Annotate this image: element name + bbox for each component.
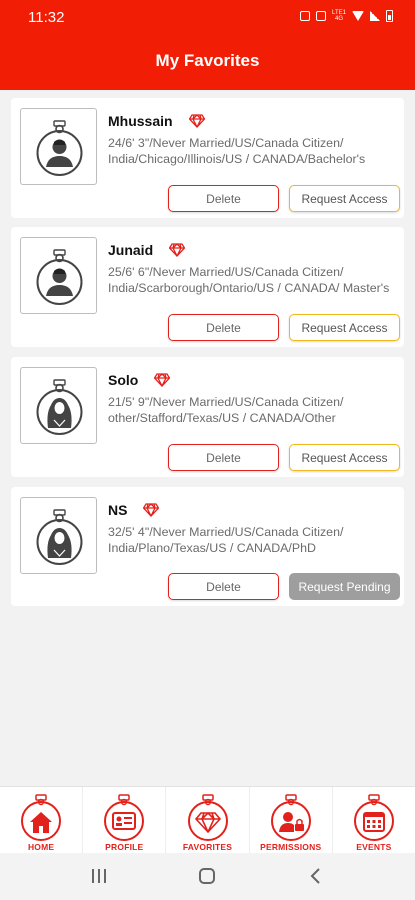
favorite-card: NS 32/5' 4"/Never Married/US/Canada Citi… [11, 487, 404, 606]
diamond-icon [154, 373, 171, 387]
favorite-card: Solo 21/5' 9"/Never Married/US/Canada Ci… [11, 357, 404, 477]
media-icon [316, 11, 326, 21]
profile-details: 24/6' 3"/Never Married/US/Canada Citizen… [108, 136, 366, 166]
diamond-icon [143, 503, 160, 517]
name-row: Junaid [108, 241, 186, 259]
profile-card-icon [104, 794, 145, 841]
status-time: 11:32 [28, 9, 65, 26]
request-access-button[interactable]: Request Access [289, 314, 400, 341]
favorite-card: Junaid 25/6' 6"/Never Married/US/Canada … [11, 227, 404, 347]
nav-label: PERMISSIONS [260, 842, 322, 852]
nav-label: FAVORITES [182, 842, 233, 852]
female-avatar-icon [36, 509, 83, 565]
profile-details: 32/5' 4"/Never Married/US/Canada Citizen… [108, 525, 344, 555]
diamond-icon [169, 243, 186, 257]
profile-avatar[interactable] [20, 367, 97, 444]
calendar-icon [353, 794, 394, 841]
nav-label: PROFILE [105, 842, 144, 852]
profile-avatar[interactable] [20, 108, 97, 185]
status-bar: 11:32 LTE1 4G [0, 0, 415, 34]
home-button-icon[interactable] [198, 867, 216, 885]
male-avatar-icon [36, 249, 83, 305]
profile-avatar[interactable] [20, 497, 97, 574]
bottom-nav: HOME PROFILE FAVORITES PERMISSIONS EVENT… [0, 786, 415, 853]
nav-events[interactable]: EVENTS [333, 787, 415, 853]
battery-icon [386, 10, 393, 22]
wifi-icon [352, 11, 364, 21]
system-nav-bar [0, 853, 415, 900]
recent-apps-icon[interactable] [91, 867, 107, 885]
profile-name[interactable]: Solo [108, 372, 138, 388]
user-lock-icon [270, 794, 311, 841]
favorite-card: Mhussain 24/6' 3"/Never Married/US/Canad… [11, 98, 404, 218]
name-row: Solo [108, 371, 171, 389]
name-row: NS [108, 501, 160, 519]
back-icon[interactable] [309, 867, 321, 885]
female-avatar-icon [36, 379, 83, 435]
network-type-label: LTE1 4G [332, 10, 346, 22]
profile-name[interactable]: Junaid [108, 242, 153, 258]
nav-home[interactable]: HOME [0, 787, 84, 853]
page-title: My Favorites [155, 51, 260, 70]
delete-button[interactable]: Delete [168, 314, 279, 341]
delete-button[interactable]: Delete [168, 573, 279, 600]
home-icon [21, 794, 62, 841]
nav-label: EVENTS [356, 842, 392, 852]
app-bar: My Favorites [0, 34, 415, 90]
profile-name[interactable]: NS [108, 502, 127, 518]
male-avatar-icon [36, 120, 83, 176]
request-access-button[interactable]: Request Access [289, 185, 400, 212]
request-access-button[interactable]: Request Access [289, 444, 400, 471]
status-icons: LTE1 4G [300, 10, 393, 22]
delete-button[interactable]: Delete [168, 444, 279, 471]
profile-avatar[interactable] [20, 237, 97, 314]
diamond-icon [187, 794, 228, 841]
nav-label: HOME [27, 842, 55, 852]
profile-name[interactable]: Mhussain [108, 113, 173, 129]
delete-button[interactable]: Delete [168, 185, 279, 212]
name-row: Mhussain [108, 112, 205, 130]
nav-profile[interactable]: PROFILE [83, 787, 167, 853]
request-pending-button[interactable]: Request Pending [289, 573, 400, 600]
diamond-icon [188, 114, 205, 128]
notification-icon [300, 11, 310, 21]
nav-permissions[interactable]: PERMISSIONS [250, 787, 333, 853]
profile-details: 25/6' 6"/Never Married/US/Canada Citizen… [108, 265, 390, 295]
signal-icon [370, 11, 380, 21]
profile-details: 21/5' 9"/Never Married/US/Canada Citizen… [108, 395, 344, 425]
nav-favorites[interactable]: FAVORITES [166, 787, 250, 853]
